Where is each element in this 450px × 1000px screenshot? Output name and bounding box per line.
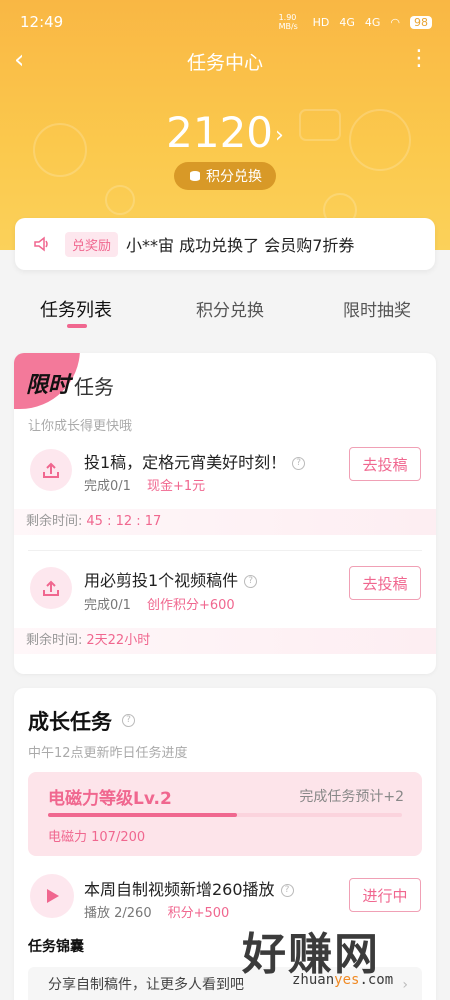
tab-bar: 任务列表 积分兑换 限时抽奖 [0,282,450,342]
share-tip-text: 分享自制稿件，让更多人看到吧 [48,977,244,993]
more-icon[interactable]: ⋮ [408,48,430,70]
limited-card-subtitle: 让你成长得更快哦 [28,419,133,434]
net-speed: 1.90 MB/s [278,13,298,31]
level-value: 电磁力 107/200 [48,830,146,845]
limited-task-card: 限时 任务 让你成长得更快哦 投1稿，定格元宵美好时刻！? 完成0/1 现金+1元… [14,353,436,674]
tab-limited-lottery[interactable]: 限时抽奖 [343,296,411,321]
task-title-text: 用必剪投1个视频稿件 [84,571,239,590]
remaining-time: 剩余时间: 45 : 12 : 17 [14,509,436,535]
chevron-right-icon: › [275,123,284,148]
share-tip-row[interactable]: 分享自制稿件，让更多人看到吧 › [28,967,422,1000]
points-value: 2120 [166,108,274,157]
speaker-icon [34,236,48,252]
task-reward: 现金+1元 [146,479,206,494]
signal-icon: 4G [339,15,355,29]
tab-task-list[interactable]: 任务列表 [40,296,112,322]
submit-button[interactable]: 去投稿 [349,566,421,600]
help-icon[interactable]: ? [292,457,306,470]
page-title: 任务中心 [186,52,263,74]
task-meta: 完成0/1 现金+1元 [84,475,205,494]
tab-indicator [67,324,87,328]
points-exchange-label: 积分兑换 [206,169,262,185]
task-progress: 完成0/1 [84,598,131,613]
level-title: 电磁力等级Lv.2 [48,789,172,809]
remaining-time-label: 剩余时间: [26,633,83,648]
task-reward: 积分+500 [167,906,230,921]
divider [28,550,422,551]
signal-icon-2: 4G [364,15,381,29]
remaining-time-value: 45 : 12 : 17 [86,514,162,529]
limited-corner-label: 限时 [26,373,71,398]
level-progress-track [48,813,402,817]
task-title: 本周自制视频新增260播放? [84,876,294,900]
growth-card-subtitle: 中午12点更新昨日任务进度 [28,746,188,761]
task-title: 用必剪投1个视频稿件? [84,567,258,591]
status-icons: 1.90 MB/s HD 4G 4G ◠ 98 [279,13,432,31]
coin-stack-icon [190,171,200,181]
chevron-right-icon: › [402,977,408,993]
level-progress-fill [48,813,238,817]
remaining-time-label: 剩余时间: [26,514,83,529]
help-icon[interactable]: ? [244,575,258,588]
submit-button[interactable]: 去投稿 [349,447,421,481]
remaining-time: 剩余时间: 2天22小时 [14,628,436,654]
tab-points-exchange[interactable]: 积分兑换 [196,296,264,321]
status-bar: 12:49 1.90 MB/s HD 4G 4G ◠ 98 [0,0,450,44]
upload-icon [30,449,72,491]
points-display[interactable]: 2120› [0,108,450,157]
task-title-text: 投1稿，定格元宵美好时刻！ [84,453,287,472]
in-progress-button[interactable]: 进行中 [349,878,421,912]
task-tips-title: 任务锦囊 [28,939,84,955]
reward-ticker[interactable]: 兑奖励 小**宙 成功兑换了 会员购7折券 [15,218,435,270]
help-icon[interactable]: ? [122,714,135,727]
clock: 12:49 [20,13,64,31]
task-meta: 完成0/1 创作积分+600 [84,594,235,613]
ticker-message: 小**宙 成功兑换了 会员购7折券 [126,236,355,255]
growth-task-card: 成长任务 ? 中午12点更新昨日任务进度 电磁力等级Lv.2 完成任务预计+2 … [14,688,436,1000]
task-meta: 播放 2/260 积分+500 [84,902,229,921]
task-progress: 播放 2/260 [84,906,152,921]
level-hint: 完成任务预计+2 [299,789,404,805]
upload-icon [30,567,72,609]
help-icon[interactable]: ? [280,884,294,897]
task-title: 投1稿，定格元宵美好时刻！? [84,449,306,473]
reward-badge: 兑奖励 [65,231,119,257]
remaining-time-value: 2天22小时 [86,633,151,648]
growth-card-title: 成长任务 [28,710,112,734]
nav-bar: ‹ 任务中心 ⋮ [0,44,450,78]
growth-help: ? [116,710,135,729]
points-exchange-button[interactable]: 积分兑换 [174,162,276,190]
battery-icon: 98 [410,15,432,29]
limited-card-title: 任务 [74,375,114,399]
level-panel[interactable]: 电磁力等级Lv.2 完成任务预计+2 电磁力 107/200 [28,772,422,856]
hd-icon: HD [312,15,330,29]
task-progress: 完成0/1 [84,479,131,494]
play-icon [30,874,74,918]
task-reward: 创作积分+600 [146,598,235,613]
wifi-icon: ◠ [390,15,400,29]
task-title-text: 本周自制视频新增260播放 [84,880,275,899]
